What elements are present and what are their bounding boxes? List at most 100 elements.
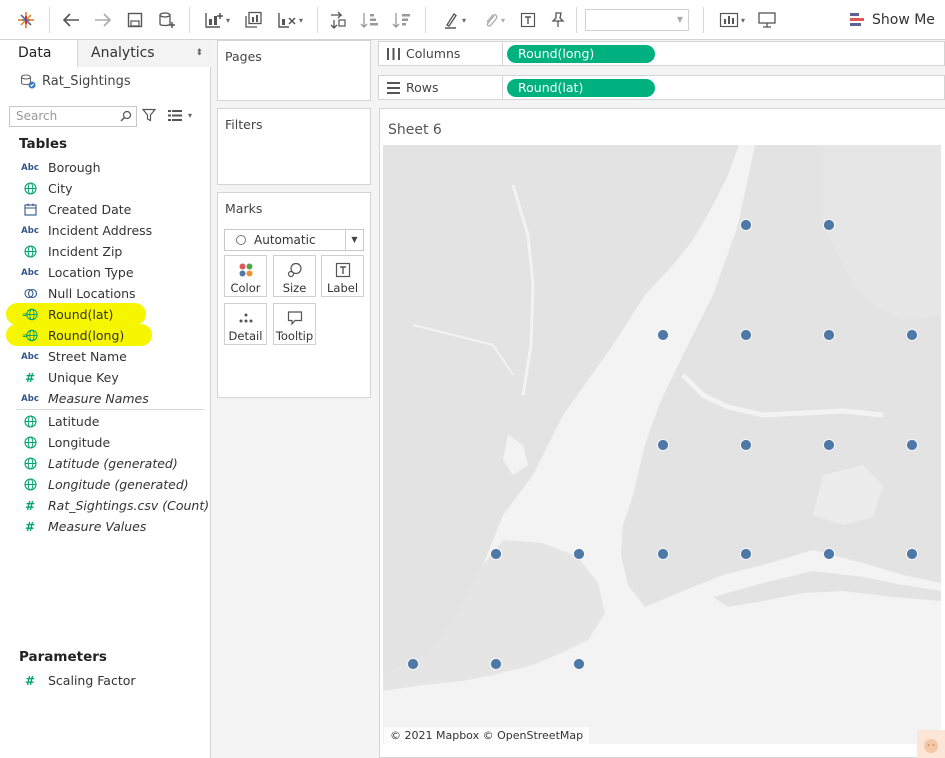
map-mark[interactable] bbox=[740, 219, 752, 231]
filters-card-title: Filters bbox=[225, 117, 263, 132]
field-unique-key[interactable]: # Unique Key bbox=[0, 367, 210, 388]
map-mark[interactable] bbox=[490, 548, 502, 560]
presentation-icon[interactable] bbox=[755, 8, 779, 32]
sort-descending-icon[interactable] bbox=[391, 8, 413, 32]
globe-icon bbox=[22, 478, 38, 491]
forward-icon[interactable] bbox=[92, 8, 114, 32]
columns-pill[interactable]: Round(long) bbox=[507, 45, 655, 63]
field-created-date[interactable]: Created Date bbox=[0, 199, 210, 220]
map-mark[interactable] bbox=[573, 548, 585, 560]
paperclip-icon[interactable]: ▾ bbox=[476, 8, 512, 32]
label-button[interactable]: Label bbox=[321, 255, 364, 297]
calendar-icon bbox=[22, 203, 38, 216]
columns-label: Columns bbox=[406, 46, 461, 61]
field-city[interactable]: City bbox=[0, 178, 210, 199]
new-worksheet-icon[interactable]: ▾ bbox=[199, 8, 235, 32]
view-options-button[interactable]: ▾ bbox=[168, 110, 192, 121]
tab-data[interactable]: Data bbox=[0, 40, 78, 67]
color-button[interactable]: Color bbox=[224, 255, 267, 297]
map-view[interactable] bbox=[383, 145, 941, 744]
map-mark[interactable] bbox=[823, 329, 835, 341]
back-icon[interactable] bbox=[60, 8, 82, 32]
string-icon: Abc bbox=[21, 225, 39, 236]
map-mark[interactable] bbox=[490, 658, 502, 670]
field-measure-names[interactable]: Abc Measure Names bbox=[0, 388, 210, 409]
pages-card[interactable]: Pages bbox=[217, 40, 371, 101]
field-incident-address[interactable]: Abc Incident Address bbox=[0, 220, 210, 241]
map-mark[interactable] bbox=[906, 329, 918, 341]
sort-ascending-icon[interactable] bbox=[359, 8, 381, 32]
rows-pill[interactable]: Round(lat) bbox=[507, 79, 655, 97]
map-mark[interactable] bbox=[657, 329, 669, 341]
mark-type-select[interactable]: Automatic ▼ bbox=[224, 229, 364, 251]
field-round-lat[interactable]: = Round(lat) bbox=[0, 304, 210, 325]
data-pane: Data Analytics ⬍ Rat_Sightings Search ▾ … bbox=[0, 40, 211, 758]
show-me-button[interactable]: Show Me bbox=[850, 9, 935, 31]
field-borough[interactable]: Abc Borough bbox=[0, 157, 210, 178]
show-me-label: Show Me bbox=[872, 12, 935, 28]
rows-shelf[interactable]: Rows Round(lat) bbox=[378, 75, 945, 100]
field-latitude-generated[interactable]: Latitude (generated) bbox=[0, 453, 210, 474]
map-mark[interactable] bbox=[740, 329, 752, 341]
map-mark[interactable] bbox=[823, 439, 835, 451]
map-mark[interactable] bbox=[573, 658, 585, 670]
field-null-locations[interactable]: Null Locations bbox=[0, 283, 210, 304]
pin-icon[interactable] bbox=[547, 8, 569, 32]
map-mark[interactable] bbox=[407, 658, 419, 670]
field-location-type[interactable]: Abc Location Type bbox=[0, 262, 210, 283]
field-measure-values[interactable]: # Measure Values bbox=[0, 516, 210, 537]
map-mark[interactable] bbox=[823, 548, 835, 560]
field-label: Round(long) bbox=[48, 328, 125, 343]
map-mark[interactable] bbox=[657, 439, 669, 451]
tab-analytics[interactable]: Analytics ⬍ bbox=[78, 40, 211, 67]
swap-icon[interactable] bbox=[327, 8, 349, 32]
datasource-item[interactable]: Rat_Sightings bbox=[20, 73, 131, 89]
watermark-icon bbox=[917, 730, 945, 758]
field-incident-zip[interactable]: Incident Zip bbox=[0, 241, 210, 262]
field-label: Street Name bbox=[48, 349, 127, 364]
map-mark[interactable] bbox=[906, 548, 918, 560]
cards-column: Pages Filters Marks Automatic ▼ Color Si… bbox=[211, 40, 376, 758]
text-label-icon[interactable] bbox=[517, 8, 539, 32]
map-mark[interactable] bbox=[823, 219, 835, 231]
chevron-down-icon: ▼ bbox=[676, 15, 683, 24]
fit-select[interactable]: ▼ bbox=[585, 9, 689, 31]
map-mark[interactable] bbox=[740, 548, 752, 560]
duplicate-icon[interactable] bbox=[242, 8, 264, 32]
field-label: Latitude bbox=[48, 414, 100, 429]
field-latitude[interactable]: Latitude bbox=[0, 411, 210, 432]
string-icon: Abc bbox=[21, 393, 39, 404]
field-rat-sightings-csv-count[interactable]: # Rat_Sightings.csv (Count) bbox=[0, 495, 210, 516]
save-icon[interactable] bbox=[124, 8, 146, 32]
map-mark[interactable] bbox=[906, 439, 918, 451]
bar-chart-icon[interactable]: ▾ bbox=[714, 8, 750, 32]
measures-divider bbox=[16, 409, 204, 410]
field-scaling-factor[interactable]: # Scaling Factor bbox=[0, 670, 210, 691]
size-button[interactable]: Size bbox=[273, 255, 316, 297]
highlight-icon[interactable]: ▾ bbox=[437, 8, 471, 32]
columns-shelf[interactable]: Columns Round(long) bbox=[378, 41, 945, 66]
map-mark[interactable] bbox=[657, 548, 669, 560]
field-street-name[interactable]: Abc Street Name bbox=[0, 346, 210, 367]
tableau-logo-icon[interactable] bbox=[14, 8, 38, 32]
tooltip-button[interactable]: Tooltip bbox=[273, 303, 316, 345]
clear-sheet-icon[interactable]: ▾ bbox=[272, 8, 308, 32]
field-round-long[interactable]: = Round(long) bbox=[0, 325, 210, 346]
field-longitude-generated[interactable]: Longitude (generated) bbox=[0, 474, 210, 495]
field-label: Latitude (generated) bbox=[48, 456, 178, 471]
globe-icon bbox=[22, 415, 38, 428]
pane-toggle-icon[interactable]: ⬍ bbox=[195, 40, 203, 67]
string-icon: Abc bbox=[21, 267, 39, 278]
field-label: Measure Values bbox=[48, 519, 147, 534]
field-longitude[interactable]: Longitude bbox=[0, 432, 210, 453]
number-icon: # bbox=[24, 519, 36, 534]
globe-icon bbox=[22, 182, 38, 195]
map-mark[interactable] bbox=[740, 439, 752, 451]
detail-icon bbox=[239, 313, 252, 323]
filters-card[interactable]: Filters bbox=[217, 108, 371, 185]
search-field[interactable]: Search bbox=[9, 106, 137, 127]
filter-icon[interactable] bbox=[142, 108, 156, 122]
new-datasource-icon[interactable] bbox=[155, 8, 179, 32]
field-label: Longitude bbox=[48, 435, 111, 450]
detail-button[interactable]: Detail bbox=[224, 303, 267, 345]
